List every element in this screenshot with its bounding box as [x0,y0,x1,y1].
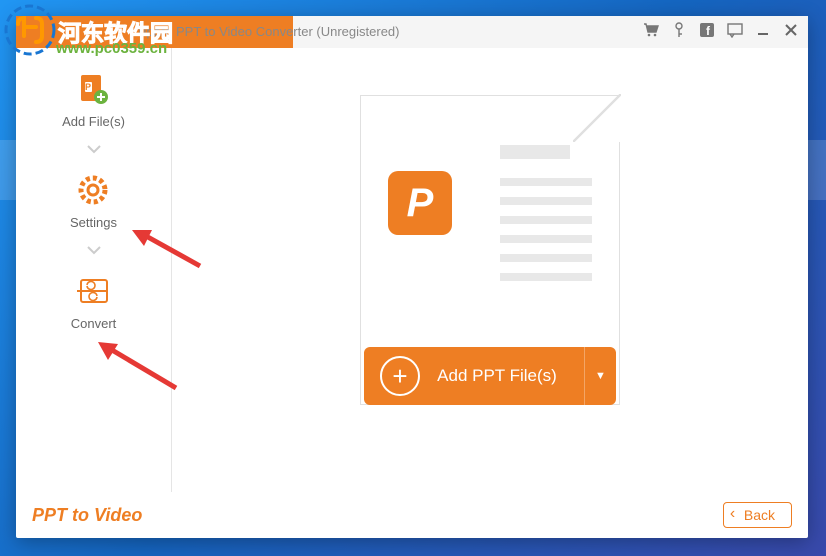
add-ppt-label: Add PPT File(s) [410,366,584,386]
step-label: Add File(s) [62,114,125,129]
step-convert[interactable]: Convert [71,272,117,331]
doc-lines [500,145,592,281]
main-content: P + Add PPT File(s) ▼ [172,48,808,492]
window-title: Tipard PPT to Video Converter (Unregiste… [136,24,400,39]
app-body: P Add File(s) Settin [16,48,808,492]
add-files-icon: P [74,70,112,108]
watermark-url: www.pc0359.cn [56,40,167,57]
feedback-icon[interactable] [726,22,744,42]
convert-icon [75,272,113,310]
step-label: Convert [71,316,117,331]
step-settings[interactable]: Settings [70,171,117,230]
document-placeholder: P + Add PPT File(s) ▼ [360,95,620,405]
powerpoint-icon: P [388,171,452,235]
add-ppt-button[interactable]: + Add PPT File(s) ▼ [364,347,616,405]
titlebar-controls: f [642,22,800,42]
watermark-logo [4,4,56,56]
footer-brand: PPT to Video [32,505,142,526]
chevron-down-icon [86,242,102,260]
footer: PPT to Video Back [16,492,808,538]
minimize-button[interactable] [754,23,772,41]
close-button[interactable] [782,23,800,41]
facebook-icon[interactable]: f [698,22,716,42]
chevron-down-icon [86,141,102,159]
sidebar: P Add File(s) Settin [16,48,172,492]
gear-icon [74,171,112,209]
doc-fold-corner [573,94,621,142]
cart-icon[interactable] [642,22,660,42]
step-add-files[interactable]: P Add File(s) [62,70,125,129]
step-label: Settings [70,215,117,230]
dropdown-arrow-icon[interactable]: ▼ [584,347,616,405]
back-button[interactable]: Back [723,502,792,528]
app-window: Tipard PPT to Video Converter (Unregiste… [16,16,808,538]
key-icon[interactable] [670,22,688,42]
svg-text:P: P [85,82,91,92]
